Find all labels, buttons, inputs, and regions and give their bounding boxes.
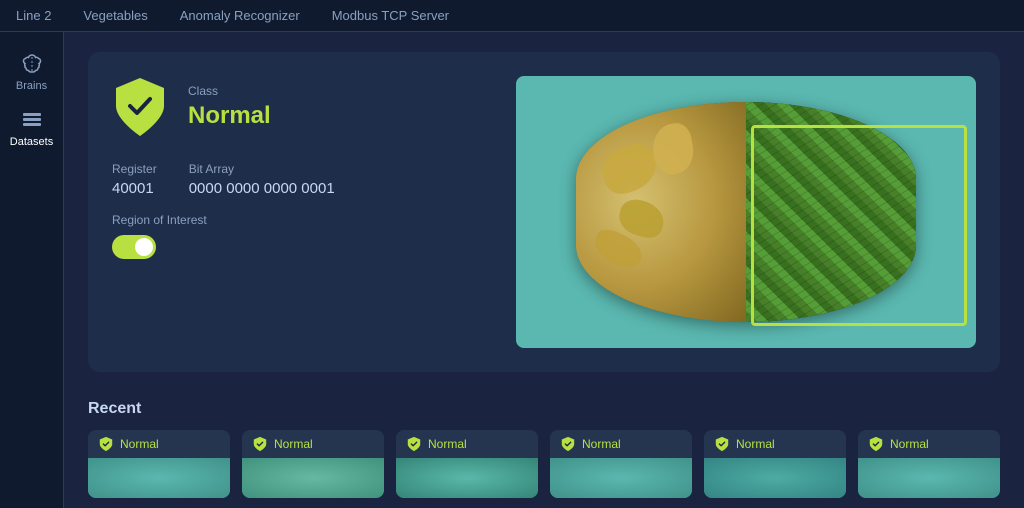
recent-card-header-2: Normal: [396, 430, 538, 458]
recent-thumb-1: [242, 458, 384, 498]
recent-label-4: Normal: [736, 437, 775, 451]
recent-thumb-5: [858, 458, 1000, 498]
roi-section: Region of Interest: [112, 213, 492, 259]
recent-shield-icon-0: [98, 436, 114, 452]
class-label: Class: [188, 84, 271, 98]
recent-shield-icon-2: [406, 436, 422, 452]
recent-card-5[interactable]: Normal: [858, 430, 1000, 498]
sidebar-item-datasets[interactable]: Datasets: [6, 100, 58, 156]
recent-thumb-2: [396, 458, 538, 498]
class-info: Class Normal: [188, 84, 271, 130]
recent-thumb-0: [88, 458, 230, 498]
sidebar: Brains Datasets: [0, 32, 64, 508]
main-card: Class Normal Register 40001 Bit Array 00…: [88, 52, 1000, 372]
food-tray: [576, 102, 916, 322]
left-panel: Class Normal Register 40001 Bit Array 00…: [112, 76, 492, 348]
recent-shield-icon-4: [714, 436, 730, 452]
food-image: [516, 76, 976, 348]
recent-thumb-3: [550, 458, 692, 498]
recent-shield-icon-3: [560, 436, 576, 452]
register-value: 40001: [112, 180, 157, 197]
sidebar-brains-label: Brains: [16, 80, 47, 92]
class-section: Class Normal: [112, 76, 492, 138]
recent-label-5: Normal: [890, 437, 929, 451]
recent-card-0[interactable]: Normal: [88, 430, 230, 498]
topbar-anomaly[interactable]: Anomaly Recognizer: [180, 8, 300, 23]
bit-array-label: Bit Array: [189, 162, 335, 176]
sidebar-item-brains[interactable]: Brains: [6, 44, 58, 100]
recent-section: Recent Normal: [88, 396, 1000, 498]
data-grid: Register 40001 Bit Array 0000 0000 0000 …: [112, 162, 492, 197]
main-layout: Brains Datasets: [0, 32, 1024, 508]
bit-array-value: 0000 0000 0000 0001: [189, 180, 335, 197]
recent-card-header-4: Normal: [704, 430, 846, 458]
datasets-icon: [20, 108, 44, 132]
tray-right: [746, 102, 916, 322]
tray-left: [576, 102, 746, 322]
topbar-line2[interactable]: Line 2: [16, 8, 51, 23]
recent-card-4[interactable]: Normal: [704, 430, 846, 498]
recent-card-3[interactable]: Normal: [550, 430, 692, 498]
class-value: Normal: [188, 102, 271, 130]
recent-card-header-1: Normal: [242, 430, 384, 458]
bit-array-field: Bit Array 0000 0000 0000 0001: [189, 162, 335, 197]
recent-grid: Normal Normal: [88, 430, 1000, 498]
recent-shield-icon-1: [252, 436, 268, 452]
shield-check-icon: [112, 76, 168, 138]
register-label: Register: [112, 162, 157, 176]
topbar: Line 2 Vegetables Anomaly Recognizer Mod…: [0, 0, 1024, 32]
content-area: Class Normal Register 40001 Bit Array 00…: [64, 32, 1024, 508]
image-panel: [516, 76, 976, 348]
brain-icon: [20, 52, 44, 76]
recent-thumb-4: [704, 458, 846, 498]
recent-card-header-0: Normal: [88, 430, 230, 458]
toggle-knob: [135, 238, 153, 256]
recent-card-header-3: Normal: [550, 430, 692, 458]
recent-card-2[interactable]: Normal: [396, 430, 538, 498]
recent-label-1: Normal: [274, 437, 313, 451]
topbar-vegetables[interactable]: Vegetables: [83, 8, 147, 23]
sidebar-datasets-label: Datasets: [10, 136, 53, 148]
recent-label-2: Normal: [428, 437, 467, 451]
roi-label: Region of Interest: [112, 213, 492, 227]
topbar-modbus[interactable]: Modbus TCP Server: [332, 8, 449, 23]
recent-card-header-5: Normal: [858, 430, 1000, 458]
recent-label-0: Normal: [120, 437, 159, 451]
recent-shield-icon-5: [868, 436, 884, 452]
register-field: Register 40001: [112, 162, 157, 197]
recent-title: Recent: [88, 400, 1000, 418]
roi-toggle[interactable]: [112, 235, 156, 259]
recent-label-3: Normal: [582, 437, 621, 451]
recent-card-1[interactable]: Normal: [242, 430, 384, 498]
